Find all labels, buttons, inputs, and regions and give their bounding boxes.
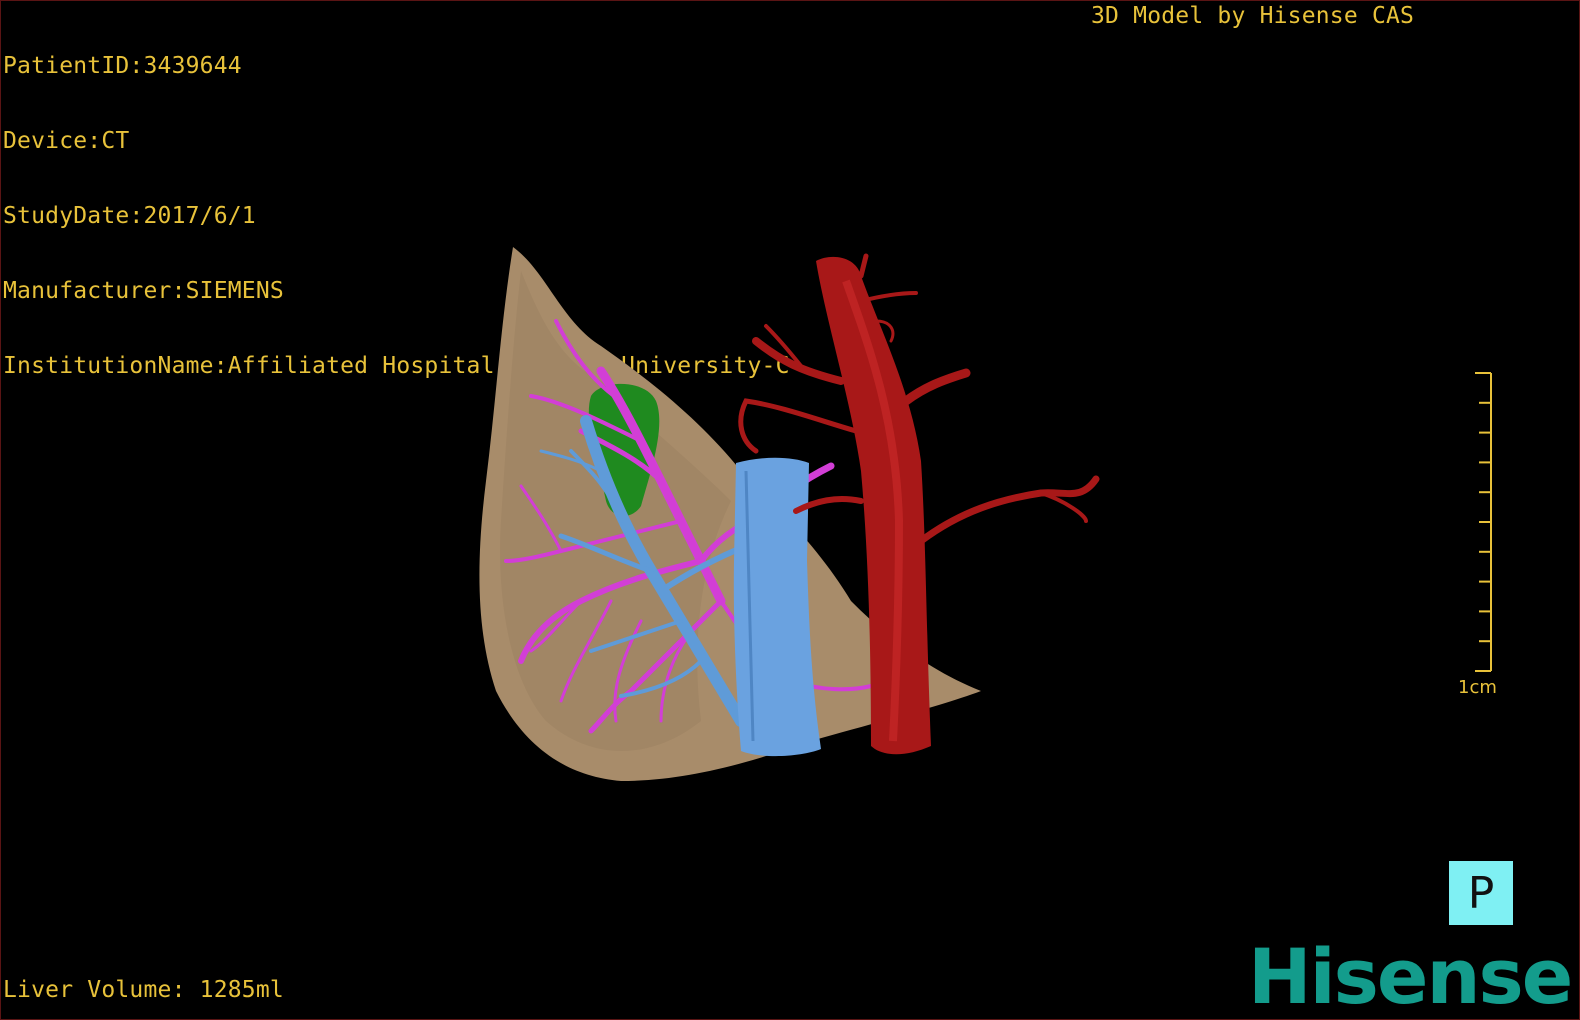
liver-3d-model[interactable] — [1, 1, 1580, 1020]
orientation-label: P — [1467, 867, 1495, 919]
3d-viewport[interactable]: PatientID:3439644 Device:CT StudyDate:20… — [0, 0, 1580, 1020]
hisense-logo: Hisense — [1248, 932, 1573, 1020]
scale-bar — [1475, 372, 1492, 672]
liver-volume: Liver Volume: 1285ml — [3, 977, 284, 1003]
scale-label: 1cm — [1458, 677, 1497, 698]
orientation-indicator[interactable]: P — [1449, 861, 1513, 925]
